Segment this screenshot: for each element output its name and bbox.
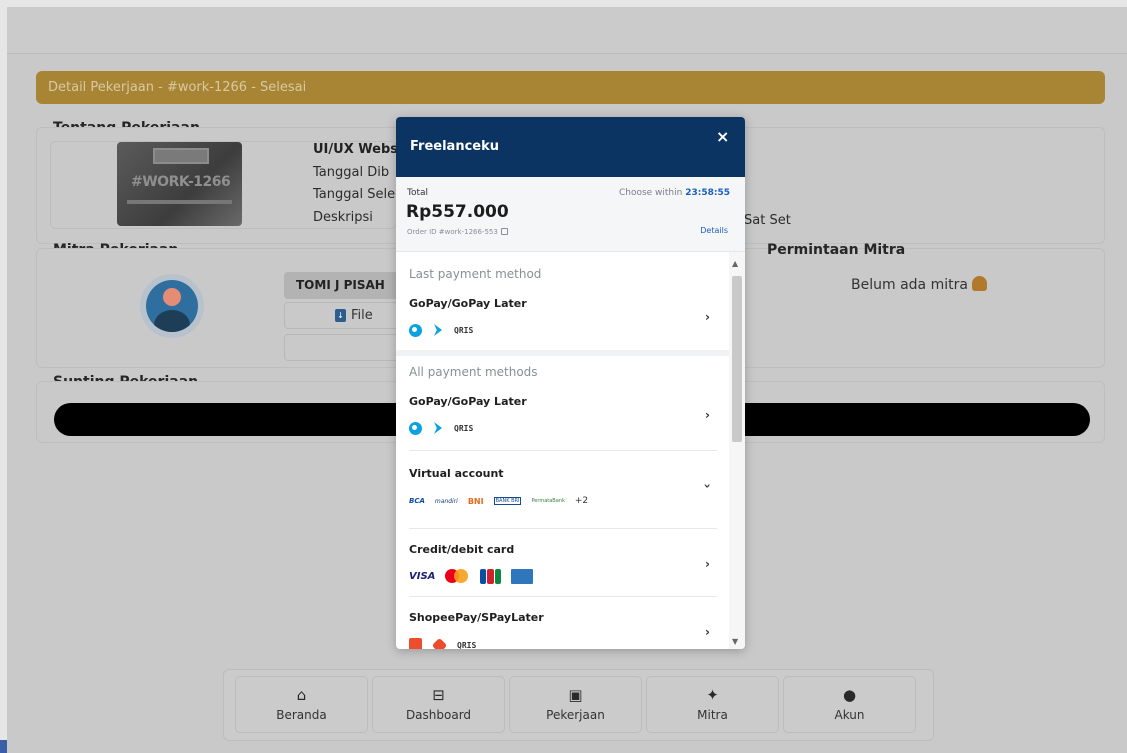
- file-icon: ↓: [335, 309, 346, 322]
- partner-extra-button[interactable]: [284, 334, 402, 361]
- account-icon: ●: [842, 686, 857, 704]
- permata-logo: PermataBank: [531, 498, 565, 504]
- chevron-right-icon: ›: [705, 557, 710, 571]
- group-divider: [396, 350, 729, 356]
- bca-logo: BCA: [409, 497, 425, 505]
- card-logos: VISA: [409, 567, 534, 585]
- job-thumbnail: #WORK-1266: [117, 142, 242, 226]
- description-value: Sat Set: [744, 213, 791, 228]
- qris-icon: QRIS: [454, 423, 474, 433]
- qris-icon: QRIS: [454, 325, 474, 335]
- visa-logo: VISA: [409, 570, 436, 582]
- close-icon[interactable]: ×: [716, 127, 729, 146]
- job-detail-header: Detail Pekerjaan - #work-1266 - Selesai: [36, 71, 1105, 104]
- bottom-navigation: ⌂ Beranda ⊟ Dashboard ▣ Pekerjaan ✦ Mitr…: [223, 669, 934, 741]
- payment-list-scrollbar[interactable]: ▲ ▼: [729, 252, 745, 649]
- chevron-right-icon: ›: [705, 625, 710, 639]
- all-payment-label: All payment methods: [409, 365, 538, 379]
- nav-item-dashboard[interactable]: ⊟ Dashboard: [372, 676, 505, 733]
- mandiri-logo: mandiri: [434, 497, 458, 505]
- shopeepay-logos: QRIS: [409, 636, 476, 649]
- nav-label: Akun: [834, 708, 865, 722]
- date-created-label: Tanggal Dib: [313, 165, 390, 180]
- mastercard-logo: [445, 569, 469, 583]
- gopay-later-icon: [434, 422, 442, 434]
- nav-item-beranda[interactable]: ⌂ Beranda: [235, 676, 368, 733]
- bni-logo: BNI: [467, 496, 484, 506]
- handshake-icon: ✦: [706, 686, 719, 704]
- choose-within-label: Choose within: [618, 188, 683, 198]
- details-link[interactable]: Details: [700, 226, 728, 235]
- row-divider: [409, 528, 717, 529]
- payment-method-list: Last payment method GoPay/GoPay Later QR…: [396, 252, 729, 649]
- total-amount: Rp557.000: [406, 202, 509, 222]
- shopeepay-icon: [409, 638, 422, 649]
- jcb-logo: [479, 568, 501, 584]
- requests-section-title: Permintaan Mitra: [767, 242, 906, 258]
- countdown-timer: 23:58:55: [685, 188, 730, 198]
- nav-label: Pekerjaan: [546, 708, 605, 722]
- bri-logo: BANK BRI: [493, 497, 522, 505]
- order-id-text: Order ID #work-1266-553: [407, 228, 498, 236]
- nav-item-pekerjaan[interactable]: ▣ Pekerjaan: [509, 676, 642, 733]
- nav-item-akun[interactable]: ● Akun: [783, 676, 916, 733]
- amex-logo: [511, 568, 534, 584]
- job-title: UI/UX Webs: [313, 142, 398, 157]
- gopay-later-icon: [434, 324, 442, 336]
- nav-label: Mitra: [697, 708, 728, 722]
- partner-file-button[interactable]: ↓ File: [284, 302, 402, 329]
- spaylater-icon: [431, 637, 448, 649]
- row-divider: [409, 450, 717, 451]
- thumbnail-watermark: #WORK-1266: [131, 174, 231, 190]
- gopay-logos: QRIS: [409, 321, 473, 339]
- gopay-icon: [409, 323, 422, 337]
- partner-avatar: [140, 274, 204, 338]
- dashboard-icon: ⊟: [432, 686, 445, 704]
- chevron-right-icon: ›: [705, 408, 710, 422]
- briefcase-icon: ▣: [568, 686, 583, 704]
- modal-header: Freelanceku ×: [396, 117, 745, 177]
- file-button-label: File: [351, 308, 373, 323]
- bank-logos: BCA mandiri BNI BANK BRI PermataBank +2: [409, 492, 588, 510]
- chevron-down-icon: ›: [700, 483, 715, 489]
- order-id: Order ID #work-1266-553: [407, 228, 508, 236]
- scroll-up-icon[interactable]: ▲: [732, 259, 738, 268]
- method-name: ShopeePay/SPayLater: [409, 611, 544, 624]
- description-label: Deskripsi: [313, 210, 373, 225]
- order-summary: Total Choose within 23:58:55 Rp557.000 O…: [396, 177, 745, 252]
- home-icon: ⌂: [296, 686, 307, 704]
- chevron-right-icon: ›: [705, 310, 710, 324]
- merchant-name: Freelanceku: [410, 139, 500, 154]
- person-icon: [971, 276, 987, 291]
- method-name: GoPay/GoPay Later: [409, 395, 527, 408]
- payment-modal: Freelanceku × Total Choose within 23:58:…: [396, 117, 745, 649]
- gopay-icon: [409, 421, 422, 435]
- qris-icon: QRIS: [457, 640, 477, 650]
- partner-name: TOMI J PISAH: [284, 272, 402, 299]
- method-name: Credit/debit card: [409, 543, 515, 556]
- more-banks-count: +2: [574, 496, 589, 506]
- nav-label: Dashboard: [405, 708, 472, 722]
- total-label: Total: [407, 188, 429, 198]
- no-partner-text: Belum ada mitra: [851, 277, 968, 293]
- method-name: GoPay/GoPay Later: [409, 297, 527, 310]
- corner-accent: [0, 740, 7, 753]
- nav-label: Beranda: [276, 708, 327, 722]
- scroll-thumb[interactable]: [732, 276, 742, 442]
- last-payment-label: Last payment method: [409, 267, 542, 281]
- method-name: Virtual account: [409, 467, 504, 480]
- top-bar: [7, 7, 1127, 54]
- copy-icon[interactable]: [500, 228, 508, 235]
- row-divider: [409, 596, 717, 597]
- scroll-down-icon[interactable]: ▼: [732, 637, 738, 646]
- no-partner-message: Belum ada mitra: [851, 276, 987, 293]
- countdown-text: Choose within 23:58:55: [619, 188, 730, 198]
- gopay-logos: QRIS: [409, 419, 473, 437]
- date-finished-label: Tanggal Sele: [313, 187, 396, 202]
- nav-item-mitra[interactable]: ✦ Mitra: [646, 676, 779, 733]
